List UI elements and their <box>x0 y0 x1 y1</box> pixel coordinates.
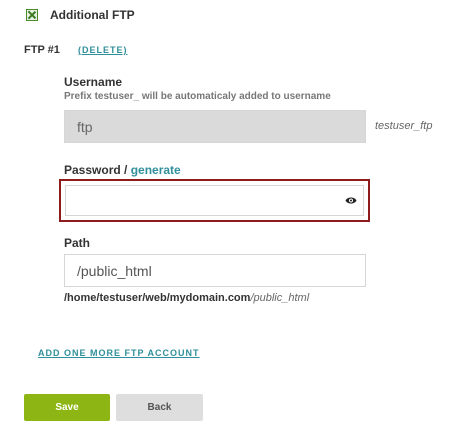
path-full-preview: /home/testuser/web/mydomain.com/public_h… <box>64 292 309 304</box>
add-ftp-account-link[interactable]: ADD ONE MORE FTP ACCOUNT <box>38 348 200 358</box>
delete-ftp-link[interactable]: (DELETE) <box>78 45 128 55</box>
additional-ftp-label: Additional FTP <box>50 8 135 22</box>
password-input[interactable] <box>65 185 364 216</box>
username-hint: Prefix testuser_ will be automaticaly ad… <box>64 91 331 102</box>
username-label: Username <box>64 75 123 89</box>
password-label: Password / generate <box>64 163 181 177</box>
username-input[interactable]: ftp <box>64 110 366 143</box>
path-rest: /public_html <box>250 292 310 304</box>
password-label-text: Password / <box>64 163 128 177</box>
path-input[interactable]: /public_html <box>64 254 366 287</box>
generate-password-link[interactable]: generate <box>131 163 181 177</box>
username-suffix: testuser_ftp <box>375 120 433 132</box>
additional-ftp-toggle[interactable]: Additional FTP <box>26 8 135 22</box>
path-label: Path <box>64 236 91 250</box>
eye-icon[interactable] <box>345 196 357 205</box>
save-button[interactable]: Save <box>24 394 110 421</box>
additional-ftp-checkbox[interactable] <box>26 9 38 21</box>
path-base: /home/testuser/web/mydomain.com <box>64 292 251 304</box>
ftp-form: Additional FTP FTP #1 (DELETE) Username … <box>0 0 468 438</box>
password-focus-frame <box>59 179 370 222</box>
back-button[interactable]: Back <box>116 394 203 421</box>
ftp-entry-title: FTP #1 <box>24 44 60 56</box>
